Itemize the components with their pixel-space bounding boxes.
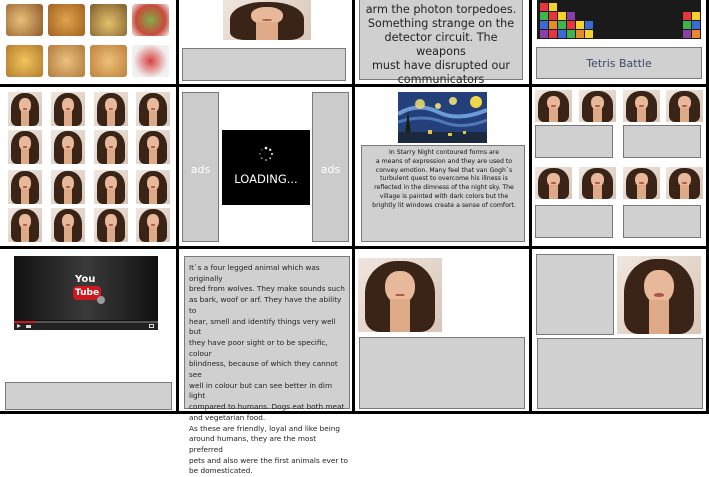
portrait-thumb[interactable] (136, 92, 170, 126)
portrait-thumb[interactable] (8, 130, 42, 164)
portrait-thumb[interactable] (51, 130, 85, 164)
food-thumb[interactable] (132, 45, 169, 77)
portrait-thumb[interactable] (8, 208, 42, 242)
dog-line: compared to humans. Dogs eat both meat (189, 402, 345, 412)
dog-line: around humans, they are the most preferr… (189, 434, 317, 454)
content-placeholder (5, 382, 172, 410)
food-thumb[interactable] (90, 45, 127, 77)
content-placeholder (536, 254, 614, 335)
portrait-thumb[interactable] (51, 170, 85, 204)
starry-night-image[interactable] (398, 92, 487, 143)
dog-line: hear, smell and identify things very wel… (189, 316, 336, 337)
food-thumb[interactable] (90, 4, 127, 36)
starry-line: brightly lit windows create a sense of c… (372, 201, 516, 209)
tetris-blocks (540, 3, 700, 38)
dog-line: they have poor sight or to be specific, … (189, 337, 328, 358)
portrait-thumb[interactable] (579, 167, 616, 199)
food-thumb[interactable] (132, 4, 169, 36)
dog-description: It`s a four legged animal which was orig… (184, 256, 350, 475)
portrait-thumb[interactable] (94, 170, 128, 204)
painting (398, 92, 487, 143)
ad-banner-left[interactable]: ads (182, 92, 219, 242)
content-placeholder (623, 125, 701, 158)
loading-spinner-icon (259, 146, 274, 161)
loading-label: LOADING... (234, 172, 298, 186)
dog-line: bred from wolves. They make sounds such (189, 284, 345, 294)
video-player[interactable]: You Tube (14, 256, 158, 330)
ad-banner-right[interactable]: ads (312, 92, 349, 242)
story-line: must have disrupted our (371, 59, 511, 72)
content-placeholder (182, 48, 346, 81)
portrait-image[interactable] (358, 258, 442, 332)
portrait-image[interactable] (223, 0, 311, 40)
volume-icon[interactable] (26, 325, 31, 328)
tetris-title: Tetris Battle (586, 57, 652, 70)
food-thumb[interactable] (48, 4, 85, 36)
portrait-thumb[interactable] (94, 92, 128, 126)
portrait-thumb[interactable] (51, 92, 85, 126)
ad-label: ads (320, 163, 341, 176)
dog-line: As these are friendly, loyal and like be… (189, 423, 341, 433)
grid-line-v2 (352, 0, 355, 414)
tetris-thumbnail[interactable] (537, 0, 701, 39)
story-line: detector circuit. The weapons (384, 31, 498, 58)
portrait-thumb[interactable] (535, 167, 572, 199)
portrait-thumb[interactable] (666, 167, 703, 199)
starry-line: reflected in the dimness of the night sk… (374, 184, 514, 192)
food-thumb[interactable] (6, 45, 43, 77)
starry-line: a means of expression and they are used … (375, 157, 513, 165)
ad-label: ads (190, 163, 211, 176)
story-line: communicators (397, 73, 485, 86)
starry-description: In Starry Night contoured forms are a me… (361, 145, 525, 242)
content-placeholder (535, 205, 613, 238)
content-placeholder (623, 205, 701, 238)
youtube-logo-top: You (75, 274, 96, 285)
dog-line: It`s a four legged animal which was orig… (189, 263, 320, 283)
dog-line: and vegetarian food. (189, 412, 266, 422)
dog-line: pets and also were the first animals eve… (189, 455, 349, 465)
portrait-thumb[interactable] (8, 92, 42, 126)
loading-screen: LOADING... (222, 130, 310, 205)
portrait-thumb[interactable] (136, 130, 170, 164)
starry-line: turbulent quest to overcome his illness … (380, 175, 508, 183)
dog-line: as bark, woof or arf. They have the abil… (189, 295, 342, 315)
tetris-title-box[interactable]: Tetris Battle (536, 47, 702, 79)
grid-line-v3 (529, 0, 532, 414)
starry-line: In Starry Night contoured forms are (388, 149, 500, 156)
portrait-thumb[interactable] (8, 170, 42, 204)
starry-line: convey emotion. Many feel that van Gogh`… (375, 166, 513, 174)
content-placeholder (359, 337, 525, 409)
grid-line-v1 (176, 0, 179, 414)
portrait-thumb[interactable] (579, 90, 616, 122)
starry-line: village is painted with dark colors but … (379, 192, 509, 200)
portrait-thumb[interactable] (94, 130, 128, 164)
portrait-thumb[interactable] (51, 208, 85, 242)
dog-line: blindness, because of which they cannot … (189, 359, 338, 380)
story-panel: arm the photon torpedoes. Something stra… (359, 0, 523, 86)
fullscreen-icon[interactable] (149, 324, 154, 328)
portrait-thumb[interactable] (136, 208, 170, 242)
video-controls (14, 323, 158, 330)
play-icon[interactable] (17, 324, 21, 328)
portrait-thumb[interactable] (136, 170, 170, 204)
content-placeholder (537, 338, 703, 409)
portrait-thumb[interactable] (623, 90, 660, 122)
content-placeholder (535, 125, 613, 158)
story-line: Something strange on the (367, 17, 515, 30)
portrait-thumb[interactable] (535, 90, 572, 122)
portrait-thumb[interactable] (666, 90, 703, 122)
portrait-thumb[interactable] (623, 167, 660, 199)
food-thumb[interactable] (6, 4, 43, 36)
food-thumb[interactable] (48, 45, 85, 77)
portrait-image[interactable] (617, 256, 701, 334)
dog-line: well in colour but can see better in dim… (189, 380, 333, 401)
dog-line: be domesticated. (189, 466, 253, 476)
youtube-logo-icon: You Tube (71, 274, 105, 308)
story-line: arm the photon torpedoes. (365, 3, 517, 16)
portrait-thumb[interactable] (94, 208, 128, 242)
